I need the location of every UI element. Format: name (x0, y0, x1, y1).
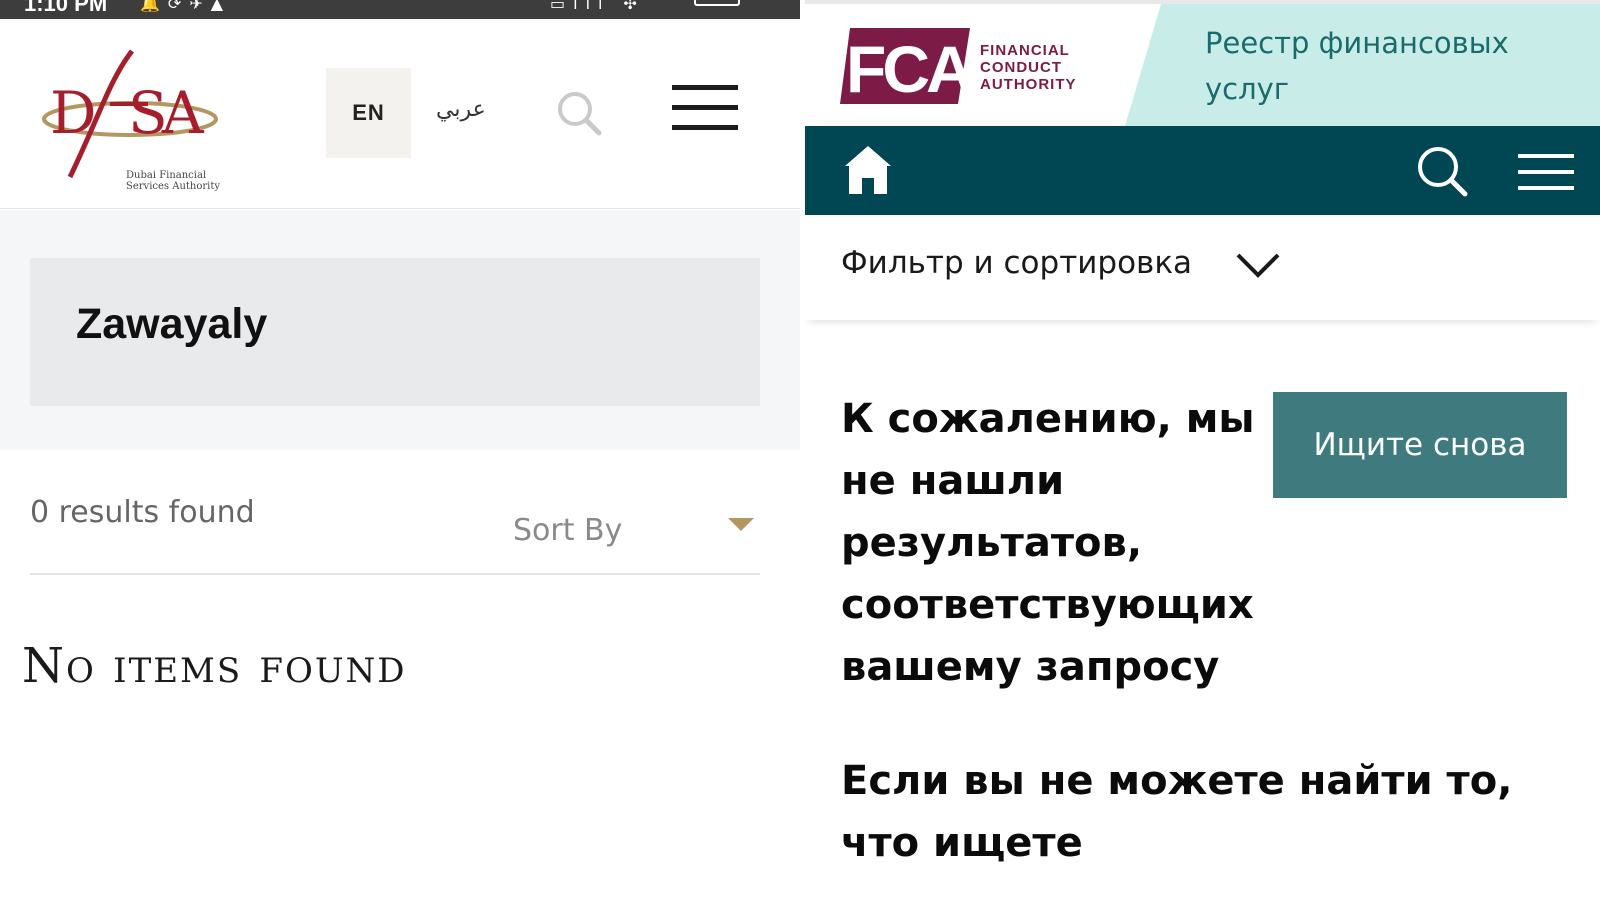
language-en-button[interactable]: EN (326, 68, 411, 158)
hamburger-menu-icon[interactable] (672, 85, 738, 135)
fca-logo-subtitle: FINANCIAL CONDUCT AUTHORITY (980, 42, 1077, 93)
dfsa-header: D SA Dubai Financial Services Authority … (0, 19, 800, 209)
help-hint-heading: Если вы не можете найти то, что ищете (841, 758, 1513, 866)
fca-logo[interactable]: FCA FINANCIAL CONDUCT AUTHORITY (840, 28, 1076, 108)
hamburger-menu-icon[interactable] (1518, 154, 1574, 190)
search-query-box[interactable]: Zawayaly (30, 258, 760, 406)
search-again-button[interactable]: Ищите снова (1273, 392, 1567, 498)
filter-sort-toggle[interactable]: Фильтр и сортировка (805, 215, 1600, 320)
search-icon[interactable] (1415, 144, 1471, 200)
status-time: 1:10 PM (24, 0, 108, 16)
dfsa-logo-subtitle: Dubai Financial Services Authority (126, 170, 221, 192)
fca-nav-bar (805, 126, 1600, 215)
fca-logo-mark: FCA (840, 28, 976, 106)
svg-text:FCA: FCA (846, 32, 970, 104)
no-items-message: No items found (22, 638, 407, 694)
dfsa-logo[interactable]: D SA Dubai Financial Services Authority (40, 49, 230, 192)
results-count: 0 results found (30, 495, 255, 530)
dfsa-logo-mark: D SA (42, 49, 218, 179)
language-arabic-link[interactable]: عربي (436, 97, 486, 122)
search-icon[interactable] (555, 89, 605, 139)
svg-text:SA: SA (128, 79, 205, 147)
search-query-text: Zawayaly (76, 300, 268, 348)
sort-by-label: Sort By (513, 513, 623, 548)
filter-sort-label: Фильтр и сортировка (841, 245, 1193, 281)
notification-icons: 🔔⟳✈▲ (140, 0, 232, 13)
status-bar: 1:10 PM 🔔⟳✈▲ ▭ıll ✣ (0, 0, 800, 19)
chevron-down-icon (1236, 253, 1280, 278)
search-band: Zawayaly (0, 210, 800, 450)
fca-header: FCA FINANCIAL CONDUCT AUTHORITY Реестр ф… (805, 0, 1600, 126)
battery-icon (694, 0, 740, 6)
signal-icon: ▭ıll ✣ (550, 0, 645, 13)
home-icon[interactable] (843, 144, 893, 196)
dfsa-panel: 1:10 PM 🔔⟳✈▲ ▭ıll ✣ D SA Dubai Financial… (0, 0, 800, 900)
results-toolbar: 0 results found Sort By (30, 475, 760, 575)
register-banner[interactable]: Реестр финансовых услуг (1125, 4, 1600, 126)
register-title: Реестр финансовых услуг (1205, 26, 1509, 106)
no-results-message: К сожалению, мы не нашли результатов, со… (841, 396, 1255, 690)
caret-down-icon (728, 518, 754, 531)
fca-panel: FCA FINANCIAL CONDUCT AUTHORITY Реестр ф… (805, 0, 1600, 900)
sort-by-dropdown[interactable]: Sort By (498, 513, 760, 563)
